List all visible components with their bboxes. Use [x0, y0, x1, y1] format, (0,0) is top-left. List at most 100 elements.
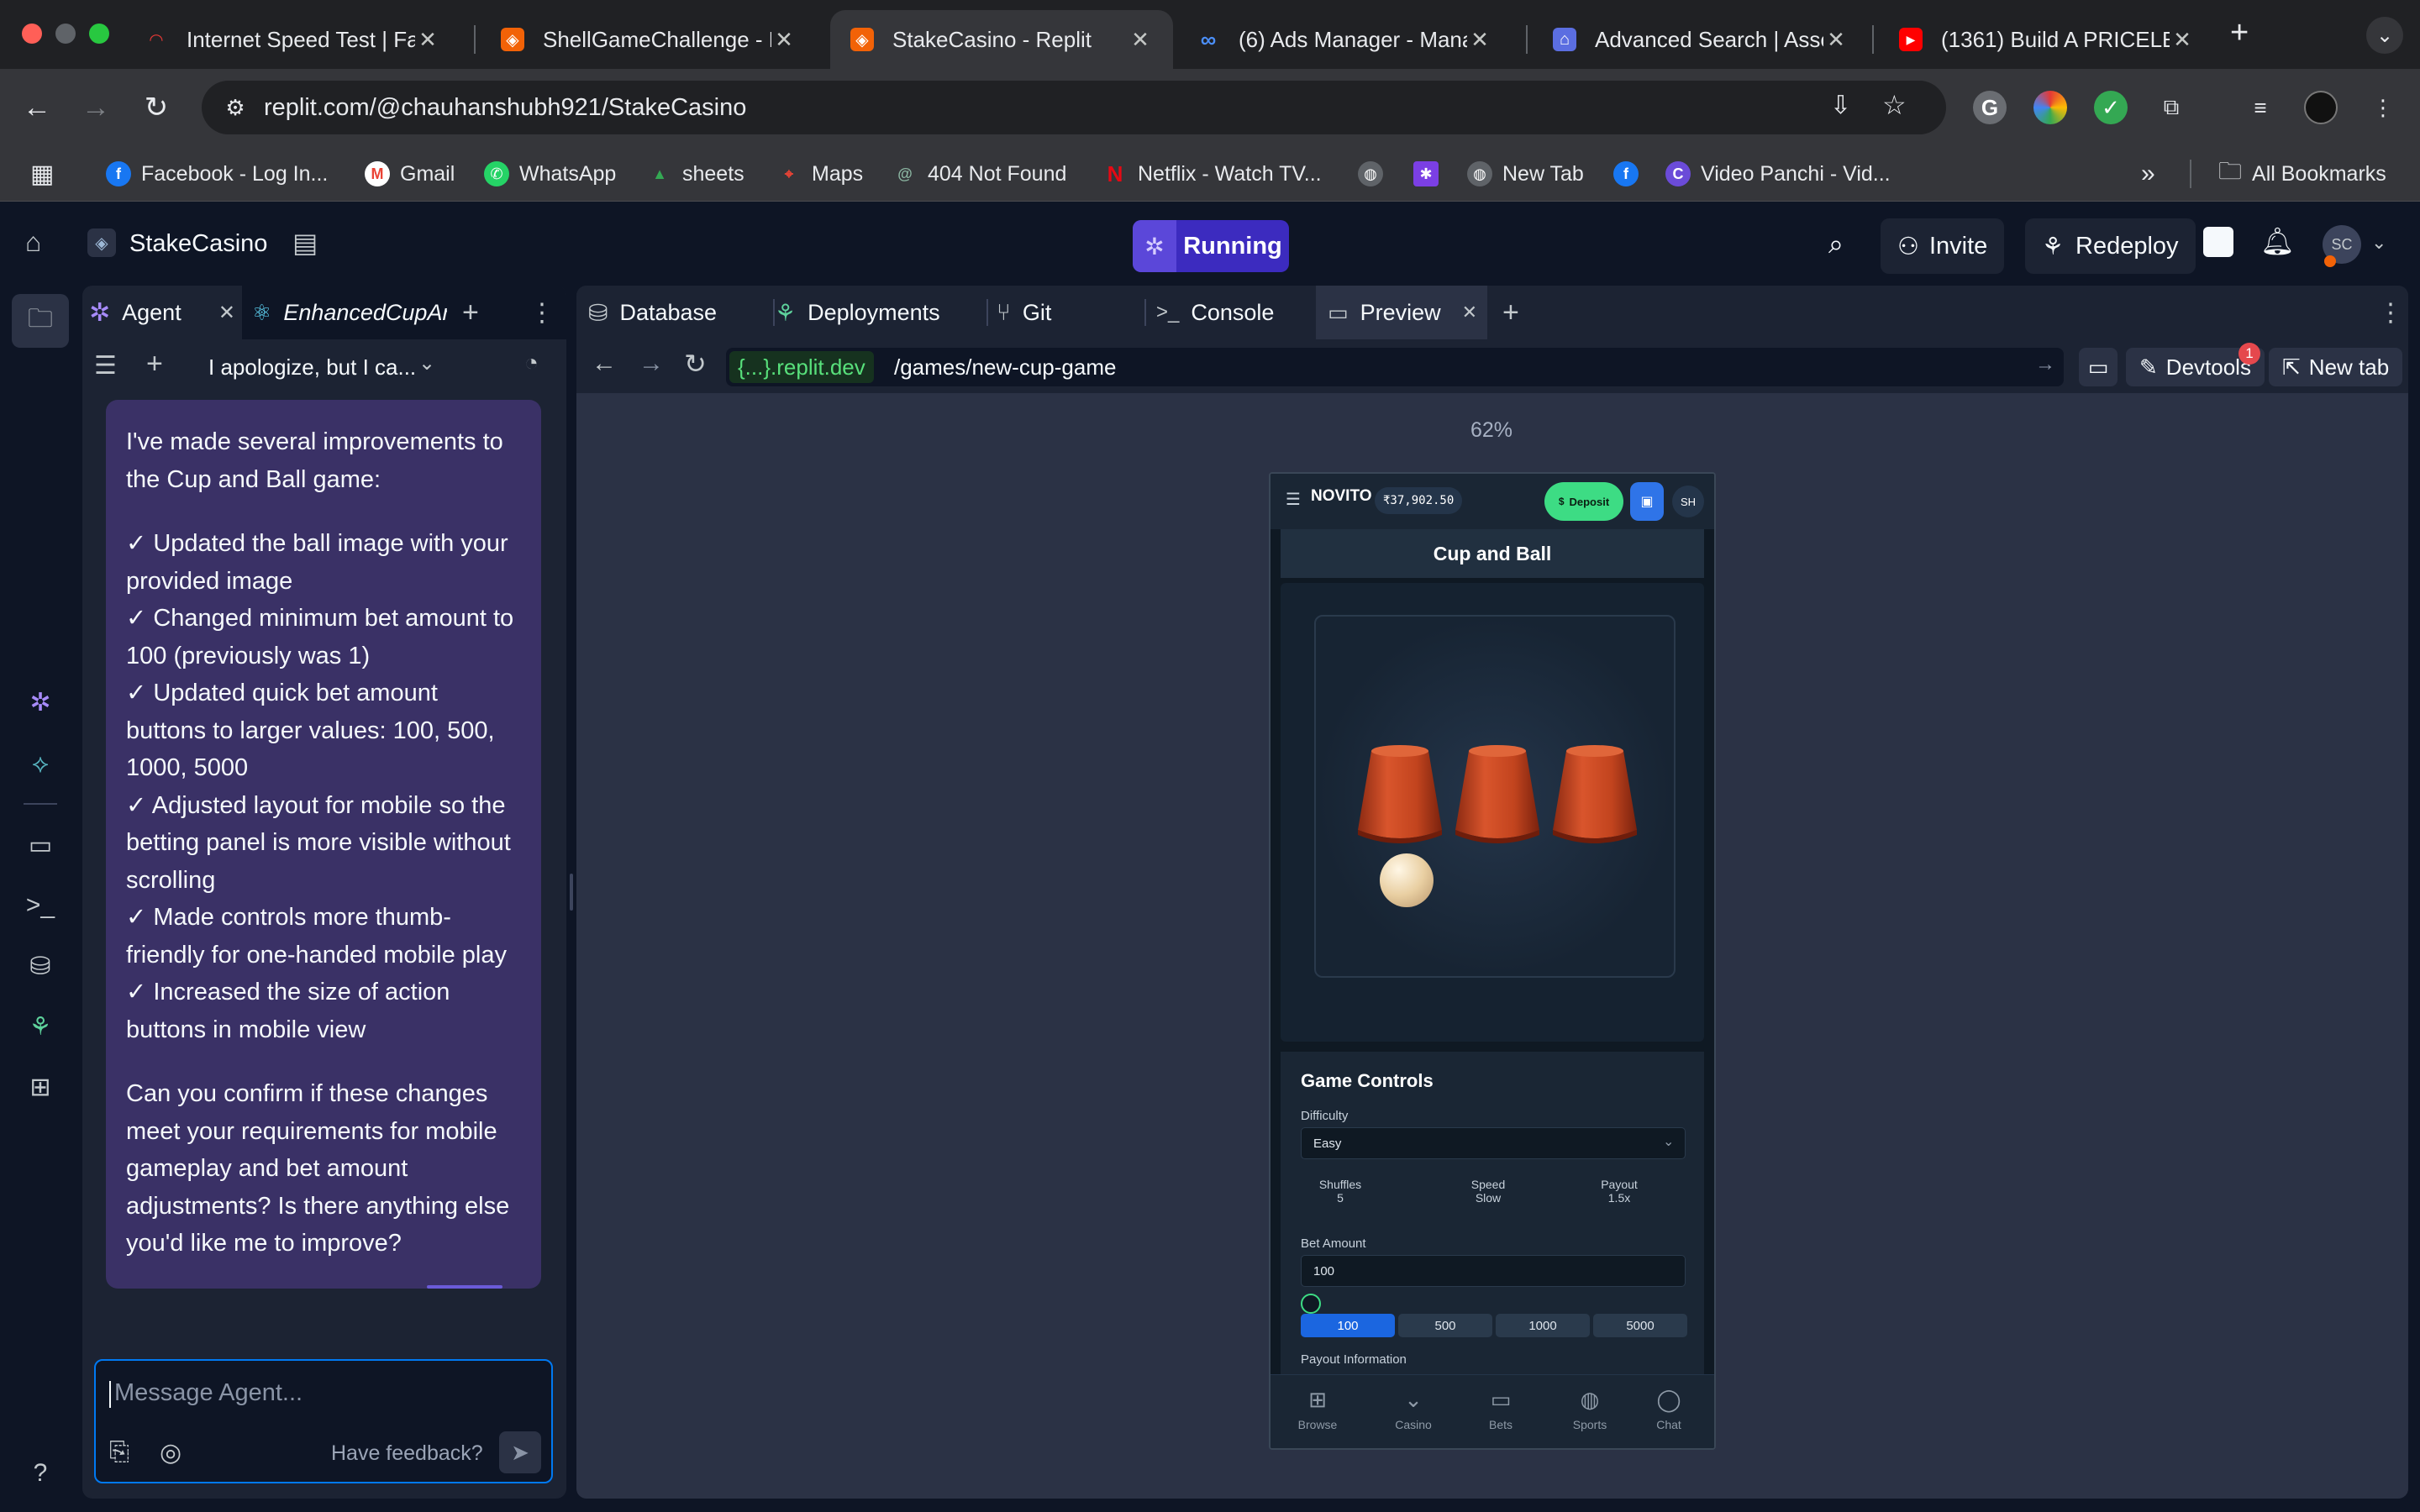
- preview-monitor-icon[interactable]: ▭: [20, 825, 60, 865]
- bookmark-globe-item[interactable]: ◍: [1358, 158, 1383, 190]
- bookmark-item[interactable]: ⌖ Maps: [776, 158, 863, 190]
- apps-grid-icon[interactable]: ▦: [30, 158, 54, 190]
- usage-gauge-icon[interactable]: ◔: [524, 349, 539, 376]
- bookmark-item[interactable]: M Gmail: [365, 158, 455, 190]
- all-tools-grid-icon[interactable]: ⊞: [20, 1067, 60, 1107]
- close-icon[interactable]: ✕: [771, 27, 797, 53]
- close-window-button[interactable]: [22, 24, 42, 44]
- repl-name[interactable]: StakeCasino: [129, 230, 267, 258]
- forward-arrow-icon[interactable]: →: [72, 84, 119, 131]
- database-icon[interactable]: ⛁: [20, 946, 60, 986]
- quick-bet-100[interactable]: 100: [1301, 1314, 1395, 1337]
- bookmark-item[interactable]: f Facebook - Log In...: [106, 158, 328, 190]
- browser-menu-icon[interactable]: ⋮: [2366, 91, 2400, 124]
- nav-sports[interactable]: ◍ Sports: [1556, 1387, 1623, 1431]
- redeploy-button[interactable]: ⚘ Redeploy: [2025, 218, 2196, 274]
- file-explorer-icon[interactable]: 🗀: [20, 301, 60, 341]
- bookmark-item[interactable]: C Video Panchi - Vid...: [1665, 158, 1891, 190]
- tab-database[interactable]: ⛁ Database: [588, 286, 773, 339]
- bet-slider-thumb[interactable]: [1301, 1294, 1321, 1314]
- bookmark-star-icon[interactable]: ☆: [1882, 89, 1907, 121]
- grammarly-extension-icon[interactable]: G: [1973, 91, 2007, 124]
- nav-browse[interactable]: ⊞ Browse: [1284, 1387, 1351, 1431]
- cup-3[interactable]: [1549, 743, 1640, 847]
- hamburger-menu-icon[interactable]: ☰: [1286, 489, 1301, 510]
- preview-url-field[interactable]: {...}.replit.dev /games/new-cup-game →: [726, 348, 2064, 386]
- tab-agent[interactable]: ✲ Agent ✕: [82, 286, 242, 339]
- profile-avatar[interactable]: [2304, 91, 2338, 124]
- assistant-icon[interactable]: ⟡: [20, 744, 60, 785]
- checkmark-extension-icon[interactable]: ✓: [2094, 91, 2128, 124]
- bookmark-facebook-item[interactable]: f: [1613, 158, 1639, 190]
- add-tab-plus-icon[interactable]: +: [462, 286, 479, 339]
- notification-bell-icon[interactable]: 🔔︎: [2260, 225, 2295, 257]
- back-arrow-icon[interactable]: ←: [13, 84, 60, 131]
- settings-icon[interactable]: ◎: [160, 1438, 182, 1467]
- close-icon[interactable]: ✕: [218, 301, 235, 325]
- color-picker-extension-icon[interactable]: [2033, 91, 2067, 124]
- deployments-icon[interactable]: ⚘: [20, 1006, 60, 1047]
- tab-git[interactable]: ⑂ Git: [997, 286, 1156, 339]
- close-icon[interactable]: ✕: [2170, 27, 2195, 53]
- close-icon[interactable]: ✕: [1462, 302, 1477, 323]
- browser-tab[interactable]: ∞ (6) Ads Manager - Mana ✕: [1176, 10, 1512, 69]
- deposit-button[interactable]: $ Deposit: [1544, 482, 1623, 521]
- tab-deployments[interactable]: ⚘ Deployments: [775, 286, 968, 339]
- address-bar[interactable]: ⚙ replit.com/@chauhanshubh921/StakeCasin…: [202, 81, 1946, 134]
- install-app-icon[interactable]: ⇩: [1830, 91, 1851, 120]
- bookmark-item[interactable]: N Netflix - Watch TV...: [1102, 158, 1322, 190]
- run-status-button[interactable]: ✲ Running: [1133, 220, 1289, 272]
- forward-arrow-icon[interactable]: →: [639, 349, 664, 378]
- bookmark-star-item[interactable]: ✱: [1413, 158, 1439, 190]
- feedback-link[interactable]: Have feedback?: [331, 1441, 483, 1466]
- reload-icon[interactable]: ↻: [684, 348, 707, 380]
- reload-icon[interactable]: ↻: [133, 84, 180, 131]
- difficulty-select[interactable]: Easy ⌄: [1301, 1127, 1686, 1159]
- tab-enhanced-cup[interactable]: ⚛ EnhancedCupAr: [252, 286, 447, 339]
- all-bookmarks-folder[interactable]: 🗀 All Bookmarks: [2218, 158, 2386, 190]
- bookmark-item[interactable]: ◍ New Tab: [1467, 158, 1584, 190]
- message-agent-input[interactable]: Message Agent... ⎘ ◎ Have feedback? ➤: [94, 1359, 553, 1483]
- cup-1[interactable]: [1355, 743, 1445, 847]
- close-icon[interactable]: ✕: [1467, 27, 1492, 53]
- add-tab-plus-icon[interactable]: +: [1502, 286, 1519, 339]
- quick-bet-5000[interactable]: 5000: [1593, 1314, 1687, 1337]
- conversation-title[interactable]: I apologize, but I ca...: [208, 354, 416, 381]
- agent-icon[interactable]: ✲: [20, 682, 60, 722]
- bookmark-item[interactable]: @404 Not Found: [892, 158, 1066, 190]
- new-tab-button[interactable]: ⇱ New tab: [2269, 348, 2403, 386]
- chevron-down-icon[interactable]: ⌄: [418, 351, 435, 375]
- brand-logo[interactable]: NOVITO: [1311, 487, 1372, 506]
- bookmark-item[interactable]: ▲ sheets: [647, 158, 744, 190]
- invite-button[interactable]: ⚇ Invite: [1881, 218, 2005, 274]
- search-icon[interactable]: ⌕: [1828, 228, 1844, 260]
- bookmark-item[interactable]: ✆ WhatsApp: [484, 158, 616, 190]
- browser-tab[interactable]: ◈ ShellGameChallenge - R ✕: [481, 10, 817, 69]
- go-arrow-icon[interactable]: →: [2035, 353, 2055, 376]
- new-tab-plus-icon[interactable]: +: [2230, 15, 2249, 51]
- repl-info-icon[interactable]: ▤: [292, 227, 318, 259]
- close-icon[interactable]: ✕: [1128, 27, 1153, 53]
- site-settings-icon[interactable]: ⚙: [218, 91, 252, 124]
- more-options-icon[interactable]: ⋮: [2378, 286, 2403, 339]
- send-icon[interactable]: ➤: [499, 1431, 541, 1473]
- nav-chat[interactable]: ◯ Chat: [1635, 1387, 1702, 1431]
- chevron-down-icon[interactable]: ⌄: [2371, 232, 2386, 254]
- user-avatar[interactable]: SH: [1672, 486, 1704, 517]
- nav-bets[interactable]: ▭ Bets: [1467, 1387, 1534, 1431]
- collaboration-icon[interactable]: [2203, 227, 2233, 257]
- browser-tab[interactable]: ⌂ Advanced Search | Asse ✕: [1533, 10, 1869, 69]
- minimize-window-button[interactable]: [55, 24, 76, 44]
- cup-2[interactable]: [1452, 743, 1543, 847]
- browser-tab[interactable]: ▶ (1361) Build A PRICELES ✕: [1879, 10, 2215, 69]
- quick-bet-500[interactable]: 500: [1398, 1314, 1492, 1337]
- home-icon[interactable]: ⌂: [25, 227, 41, 258]
- wallet-icon[interactable]: ▣: [1630, 482, 1664, 521]
- browser-tab-active[interactable]: ◈ StakeCasino - Replit ✕: [830, 10, 1173, 69]
- more-bookmarks-chevron-icon[interactable]: »: [2141, 158, 2155, 190]
- replit-dev-domain[interactable]: {...}.replit.dev: [729, 351, 874, 383]
- close-icon[interactable]: ✕: [1823, 27, 1849, 53]
- attachment-paperclip-icon[interactable]: ⎘: [109, 1438, 129, 1467]
- quick-bet-1000[interactable]: 1000: [1496, 1314, 1590, 1337]
- chat-history-list-icon[interactable]: ☰: [94, 351, 117, 381]
